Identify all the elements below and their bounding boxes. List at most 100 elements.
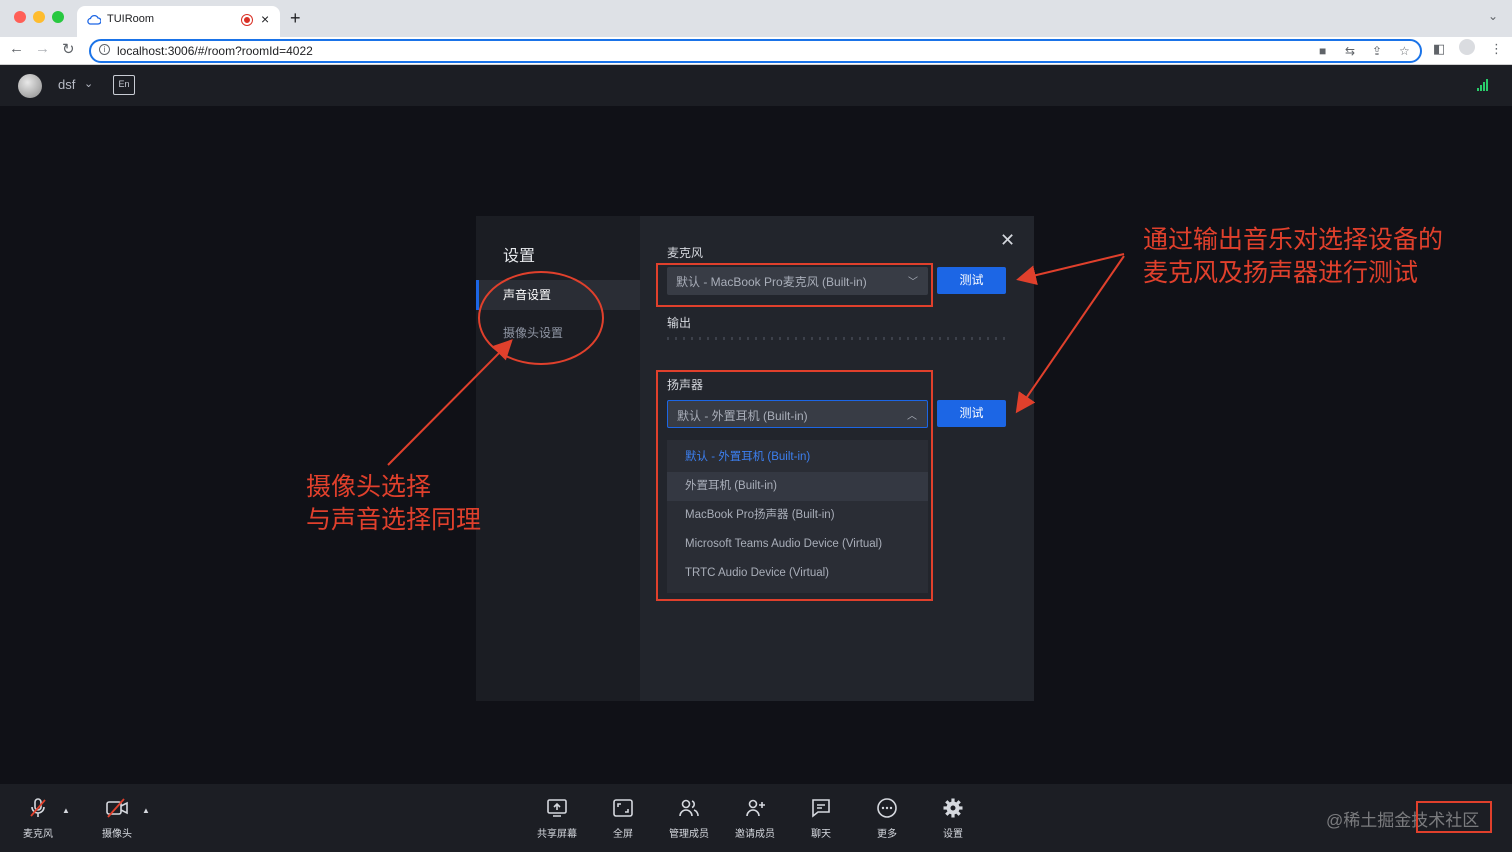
browser-tab[interactable]: TUIRoom ×	[77, 6, 280, 37]
meter-tick	[843, 337, 845, 340]
camera-button[interactable]: 摄像头	[97, 784, 137, 852]
side-panel-icon[interactable]: ◧	[1433, 41, 1445, 57]
share-screen-button[interactable]: 共享屏幕	[536, 784, 578, 852]
meter-tick	[819, 337, 821, 340]
site-info-icon[interactable]: i	[99, 44, 110, 55]
settings-title: 设置	[503, 248, 536, 265]
members-icon	[679, 799, 699, 817]
annotation-left-line2: 与声音选择同理	[306, 506, 482, 534]
annotation-left-line1: 摄像头选择	[306, 473, 432, 501]
bookmark-star-icon[interactable]: ☆	[1399, 44, 1410, 58]
meter-tick	[971, 337, 973, 340]
profile-avatar-icon[interactable]	[1459, 39, 1475, 55]
mic-button[interactable]: 麦克风	[18, 784, 58, 852]
manage-members-button[interactable]: 管理成员	[668, 784, 710, 852]
browser-menu-icon[interactable]: ⋮	[1490, 41, 1503, 57]
invite-members-button[interactable]: 邀请成员	[734, 784, 776, 852]
meter-tick	[931, 337, 933, 340]
browser-tabstrip: TUIRoom × + ⌄	[0, 0, 1512, 37]
fullscreen-icon	[613, 799, 633, 817]
share-screen-icon	[547, 799, 567, 817]
output-label: 输出	[667, 316, 692, 330]
fullscreen-button[interactable]: 全屏	[602, 784, 644, 852]
meter-tick	[827, 337, 829, 340]
meter-tick	[963, 337, 965, 340]
settings-button[interactable]: 设置	[932, 784, 974, 852]
mic-options-caret-icon[interactable]: ▲	[62, 806, 70, 815]
forward-button[interactable]: →	[35, 40, 50, 57]
annotation-left-text: 摄像头选择 与声音选择同理	[306, 471, 481, 537]
meter-tick	[747, 337, 749, 340]
meter-tick	[667, 337, 669, 340]
annotation-right-line1: 通过输出音乐对选择设备的	[1143, 226, 1444, 254]
meter-tick	[675, 337, 677, 340]
add-user-icon	[746, 799, 765, 817]
translate-icon[interactable]: ⇆	[1345, 44, 1355, 58]
meter-tick	[915, 337, 917, 340]
new-tab-button[interactable]: +	[290, 8, 301, 29]
meter-tick	[851, 337, 853, 340]
manage-members-label: 管理成员	[669, 829, 709, 840]
close-window-button[interactable]	[14, 11, 26, 23]
meter-tick	[699, 337, 701, 340]
tab-title: TUIRoom	[107, 13, 155, 25]
meter-tick	[707, 337, 709, 340]
room-toolbar: 麦克风 ▲ 摄像头 ▲ 共享屏幕 全屏 管理成员 邀请成员 聊天 更多 设置	[0, 784, 1512, 852]
language-switch-icon[interactable]: En	[113, 75, 135, 95]
url-text: localhost:3006/#/room?roomId=4022	[117, 44, 313, 58]
mic-test-button[interactable]: 测试	[937, 267, 1006, 294]
meter-tick	[835, 337, 837, 340]
microphone-muted-icon	[30, 798, 46, 817]
browser-toolbar: ← → ↻ i localhost:3006/#/room?roomId=402…	[0, 37, 1512, 65]
chat-label: 聊天	[811, 829, 831, 840]
meter-tick	[723, 337, 725, 340]
more-button[interactable]: 更多	[866, 784, 908, 852]
annotation-mic-box	[656, 263, 933, 307]
avatar[interactable]	[18, 74, 42, 98]
cloud-icon	[87, 14, 101, 25]
camera-permission-icon[interactable]: ■	[1319, 44, 1326, 58]
meter-tick	[715, 337, 717, 340]
meter-tick	[979, 337, 981, 340]
share-page-icon[interactable]: ⇪	[1372, 44, 1382, 58]
close-icon[interactable]: ✕	[1000, 230, 1015, 251]
meter-tick	[731, 337, 733, 340]
speaker-test-button[interactable]: 测试	[937, 400, 1006, 427]
chevron-down-icon[interactable]: ⌄	[84, 77, 93, 90]
meter-tick	[803, 337, 805, 340]
meter-tick	[787, 337, 789, 340]
meter-tick	[779, 337, 781, 340]
meter-tick	[763, 337, 765, 340]
recording-indicator-icon	[242, 15, 252, 25]
chat-button[interactable]: 聊天	[800, 784, 842, 852]
reload-button[interactable]: ↻	[62, 40, 75, 58]
address-bar[interactable]: i localhost:3006/#/room?roomId=4022 ■ ⇆ …	[89, 39, 1422, 63]
room-header: dsf ⌄ En	[0, 65, 1512, 106]
zoom-window-button[interactable]	[52, 11, 64, 23]
username[interactable]: dsf	[58, 77, 75, 92]
network-signal-icon	[1477, 79, 1491, 91]
share-screen-label: 共享屏幕	[537, 829, 577, 840]
gear-icon	[943, 798, 963, 818]
annotation-right-text: 通过输出音乐对选择设备的 麦克风及扬声器进行测试	[1143, 224, 1443, 290]
meter-tick	[867, 337, 869, 340]
more-icon	[877, 798, 897, 818]
meter-tick	[875, 337, 877, 340]
minimize-window-button[interactable]	[33, 11, 45, 23]
tab-close-icon[interactable]: ×	[261, 11, 269, 27]
output-level-meter	[667, 337, 1007, 341]
meter-tick	[739, 337, 741, 340]
meter-tick	[771, 337, 773, 340]
meter-tick	[995, 337, 997, 340]
annotation-right-line2: 麦克风及扬声器进行测试	[1143, 259, 1419, 287]
meter-tick	[939, 337, 941, 340]
chat-icon	[812, 799, 830, 818]
settings-label: 设置	[943, 829, 963, 840]
tab-search-chevron-icon[interactable]: ⌄	[1488, 9, 1498, 23]
camera-options-caret-icon[interactable]: ▲	[142, 806, 150, 815]
meter-tick	[955, 337, 957, 340]
more-label: 更多	[877, 829, 897, 840]
back-button[interactable]: ←	[9, 40, 24, 57]
meter-tick	[683, 337, 685, 340]
meter-tick	[987, 337, 989, 340]
